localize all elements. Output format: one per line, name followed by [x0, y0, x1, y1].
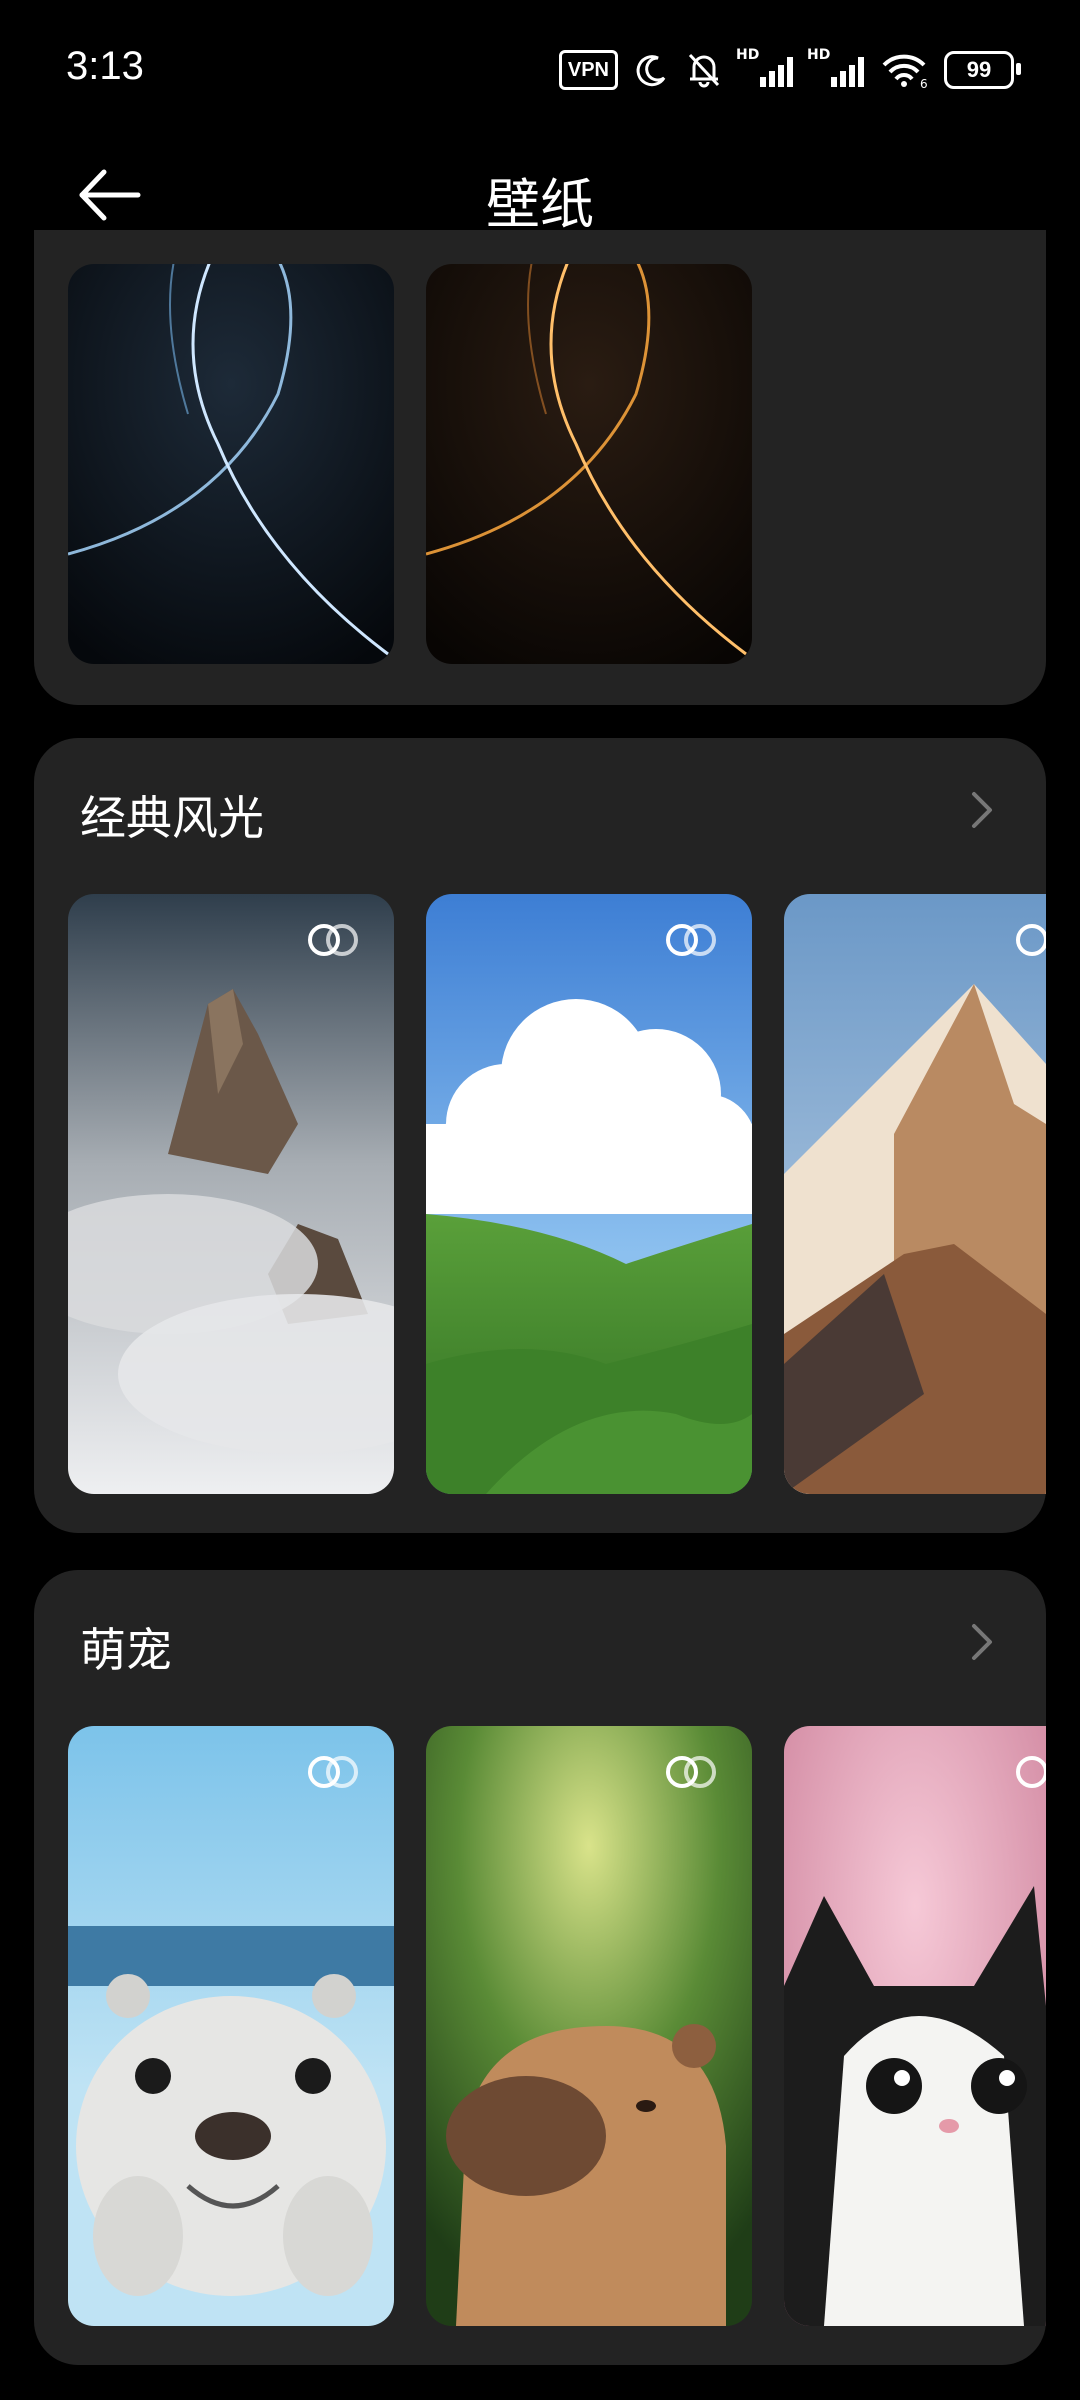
battery-icon: 99: [944, 51, 1021, 89]
wallpaper-thumb-misty-peak[interactable]: [68, 894, 394, 1494]
orange-arc-image: [426, 264, 752, 664]
section-classic-scenery: 经典风光: [34, 738, 1046, 1533]
green-hills-image: [426, 894, 752, 1494]
wallpaper-section-top: [34, 230, 1046, 705]
wifi-sub-label: 6: [920, 77, 928, 89]
dual-circle-icon: [308, 924, 358, 956]
mute-bell-icon: [688, 53, 720, 88]
section-title: 萌宠: [80, 1623, 172, 1677]
page-title: 壁纸: [486, 173, 594, 236]
dual-circle-icon: [308, 1756, 358, 1788]
chevron-right-icon[interactable]: [962, 1620, 1002, 1664]
kitten-image: [784, 1726, 1046, 2326]
otter-image: [68, 1726, 394, 2326]
wallpaper-thumb-capybara[interactable]: [426, 1726, 752, 2326]
status-icons: VPN HD HD 6 99: [558, 47, 1021, 92]
hd-label-2: HD: [807, 47, 831, 63]
misty-peak-image: [68, 894, 394, 1494]
snow-mountain-image: [784, 894, 1046, 1494]
dual-circle-icon-partial: [1016, 1756, 1046, 1788]
dual-circle-icon-partial: [1016, 924, 1046, 956]
clock: 3:13: [66, 44, 144, 88]
capybara-image: [426, 1726, 752, 2326]
wifi-icon: 6: [882, 54, 928, 89]
wallpaper-thumb-blue-arc[interactable]: [68, 264, 394, 664]
dual-circle-icon: [666, 924, 716, 956]
vpn-icon: VPN: [558, 50, 618, 90]
wallpaper-thumb-kitten[interactable]: [784, 1726, 1046, 2326]
section-cute-pets: 萌宠: [34, 1570, 1046, 2365]
signal-icon-2: HD: [807, 47, 864, 87]
moon-icon: [636, 55, 666, 87]
wallpaper-thumb-green-hills[interactable]: [426, 894, 752, 1494]
status-bar: 3:13 VPN HD HD 6 99: [0, 0, 1080, 130]
wallpaper-thumb-snow-mountain[interactable]: [784, 894, 1046, 1494]
hd-label-1: HD: [736, 47, 760, 63]
section-title: 经典风光: [80, 791, 264, 845]
dual-circle-icon: [666, 1756, 716, 1788]
wallpaper-thumb-otter[interactable]: [68, 1726, 394, 2326]
wallpaper-thumb-orange-arc[interactable]: [426, 264, 752, 664]
signal-icon-1: HD: [736, 47, 793, 87]
chevron-right-icon[interactable]: [962, 788, 1002, 832]
blue-arc-image: [68, 264, 394, 664]
